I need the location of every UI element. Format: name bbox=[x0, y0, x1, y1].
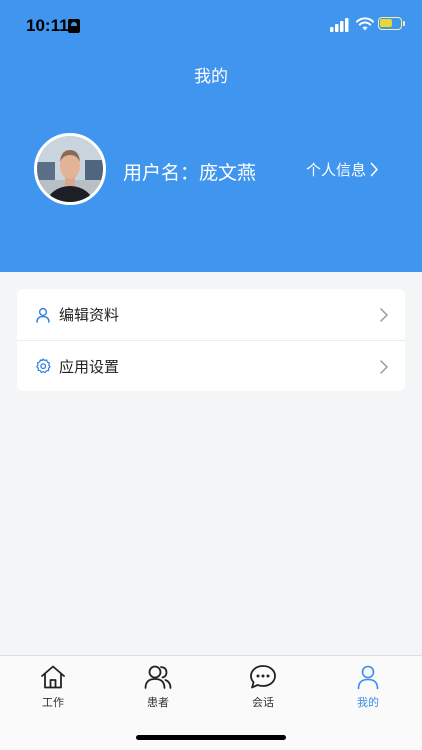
menu-item-edit-profile[interactable]: 编辑资料 bbox=[17, 289, 405, 340]
battery-icon bbox=[378, 17, 402, 30]
tab-label: 患者 bbox=[147, 696, 169, 709]
user-icon bbox=[354, 664, 382, 690]
tab-patients[interactable]: 患者 bbox=[128, 664, 188, 714]
chevron-right-icon bbox=[380, 308, 388, 322]
screen: 10:11 我的 用户名：庞文燕 个人信息 编辑资料 应用设置 工作 患者 会话… bbox=[0, 0, 422, 750]
status-bar: 10:11 bbox=[0, 0, 422, 48]
chevron-right-icon bbox=[380, 360, 388, 374]
profile-badge-icon bbox=[68, 19, 80, 33]
page-title: 我的 bbox=[194, 67, 228, 87]
battery-fill bbox=[380, 19, 392, 27]
user-icon bbox=[35, 307, 51, 323]
tab-label: 我的 bbox=[357, 696, 379, 709]
settings-menu: 编辑资料 应用设置 bbox=[17, 289, 405, 391]
tab-label: 工作 bbox=[42, 696, 64, 709]
patients-icon bbox=[144, 664, 172, 690]
home-indicator[interactable] bbox=[136, 735, 286, 740]
avatar[interactable] bbox=[34, 133, 106, 205]
cellular-signal-icon bbox=[330, 18, 349, 32]
tab-label: 会话 bbox=[252, 696, 274, 709]
tab-me[interactable]: 我的 bbox=[338, 664, 398, 714]
menu-item-label: 编辑资料 bbox=[59, 306, 120, 324]
status-time: 10:11 bbox=[26, 16, 69, 35]
chat-icon bbox=[249, 664, 277, 690]
personal-info-label: 个人信息 bbox=[306, 161, 367, 179]
tab-chat[interactable]: 会话 bbox=[233, 664, 293, 714]
tab-work[interactable]: 工作 bbox=[23, 664, 83, 714]
username-label: 用户名：庞文燕 bbox=[123, 162, 257, 184]
wifi-icon bbox=[356, 17, 374, 31]
avatar-image bbox=[37, 136, 103, 202]
chevron-right-icon bbox=[370, 162, 378, 177]
menu-item-app-settings[interactable]: 应用设置 bbox=[17, 340, 405, 391]
menu-item-label: 应用设置 bbox=[59, 357, 120, 376]
profile-header: 10:11 我的 用户名：庞文燕 个人信息 bbox=[0, 0, 422, 272]
home-icon bbox=[39, 664, 67, 690]
battery-cap bbox=[403, 21, 405, 26]
personal-info-link[interactable]: 个人信息 bbox=[306, 159, 379, 180]
gear-icon bbox=[35, 358, 51, 374]
